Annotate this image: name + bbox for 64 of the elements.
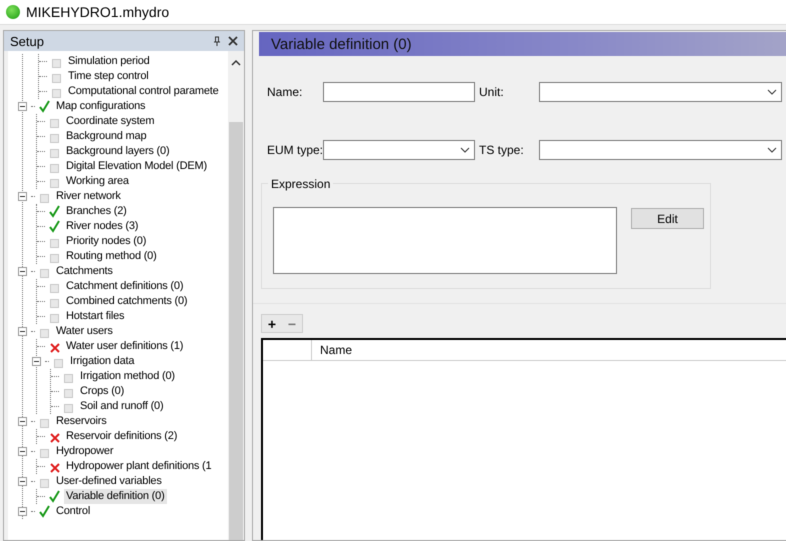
window-title: MIKEHYDRO1.mhydro: [26, 4, 170, 20]
field-label: TS type:: [479, 143, 525, 157]
remove-button[interactable]: −: [282, 315, 302, 332]
dropdown-field[interactable]: [323, 140, 475, 160]
collapse-toggle[interactable]: [18, 447, 27, 456]
scroll-up-icon[interactable]: [231, 59, 241, 67]
tree-item[interactable]: River network: [54, 189, 123, 204]
tree-item[interactable]: Reservoir definitions (2): [64, 429, 180, 444]
collapse-toggle[interactable]: [32, 357, 41, 366]
scrollbar-thumb[interactable]: [229, 122, 243, 540]
tree-item[interactable]: Working area: [64, 174, 131, 189]
tree-item[interactable]: Combined catchments (0): [64, 294, 190, 309]
collapse-toggle[interactable]: [18, 192, 27, 201]
edit-button[interactable]: Edit: [631, 208, 704, 229]
chevron-down-icon: [460, 147, 470, 153]
group-label: Expression: [268, 177, 334, 191]
add-button[interactable]: +: [262, 315, 282, 332]
column-header[interactable]: Name: [312, 340, 352, 360]
tree-item[interactable]: Background map: [64, 129, 148, 144]
collapse-toggle[interactable]: [18, 267, 27, 276]
field-label: Name:: [267, 85, 304, 99]
tree-item[interactable]: Coordinate system: [64, 114, 156, 129]
tree-item[interactable]: Simulation period: [66, 54, 152, 69]
text-field[interactable]: [323, 82, 475, 102]
section-title: Variable definition (0): [259, 32, 786, 56]
tree-item[interactable]: Background layers (0): [64, 144, 172, 159]
tree-item[interactable]: Hotstart files: [64, 309, 126, 324]
tree-item[interactable]: Control: [54, 504, 92, 519]
tree-item[interactable]: User-defined variables: [54, 474, 164, 489]
tree-item[interactable]: Hydropower plant definitions (1: [64, 459, 214, 474]
tree-item[interactable]: Variable definition (0): [64, 489, 167, 504]
collapse-toggle[interactable]: [18, 417, 27, 426]
tree-item[interactable]: Catchments: [54, 264, 115, 279]
chevron-down-icon: [767, 89, 777, 95]
tree-item[interactable]: Computational control paramete: [66, 84, 221, 99]
pin-icon[interactable]: [212, 36, 222, 46]
tree-item[interactable]: Irrigation data: [68, 354, 136, 369]
tree-item[interactable]: Digital Elevation Model (DEM): [64, 159, 209, 174]
tree-item[interactable]: Priority nodes (0): [64, 234, 148, 249]
tree-item[interactable]: Soil and runoff (0): [78, 399, 166, 414]
collapse-toggle[interactable]: [18, 102, 27, 111]
tree-item[interactable]: Routing method (0): [64, 249, 159, 264]
dropdown-field[interactable]: [539, 82, 782, 102]
tree-item[interactable]: Catchment definitions (0): [64, 279, 186, 294]
tree-item[interactable]: River nodes (3): [64, 219, 140, 234]
app-icon: [6, 5, 20, 19]
chevron-down-icon: [767, 147, 777, 153]
tree-item[interactable]: Irrigation method (0): [78, 369, 177, 384]
collapse-toggle[interactable]: [18, 507, 27, 516]
dropdown-field[interactable]: [539, 140, 782, 160]
collapse-toggle[interactable]: [18, 327, 27, 336]
tree-item[interactable]: Water user definitions (1): [64, 339, 186, 354]
field-label: Unit:: [479, 85, 505, 99]
tree-item[interactable]: Water users: [54, 324, 115, 339]
tree-item[interactable]: Reservoirs: [54, 414, 109, 429]
tree-item[interactable]: Branches (2): [64, 204, 129, 219]
close-icon[interactable]: [228, 36, 238, 46]
collapse-toggle[interactable]: [18, 477, 27, 486]
tree-item[interactable]: Hydropower: [54, 444, 116, 459]
tree-item[interactable]: Time step control: [66, 69, 151, 84]
tree-item[interactable]: Crops (0): [78, 384, 126, 399]
panel-title: Setup: [10, 34, 45, 48]
expression-field[interactable]: [273, 207, 617, 274]
tree-item[interactable]: Map configurations: [54, 99, 148, 114]
